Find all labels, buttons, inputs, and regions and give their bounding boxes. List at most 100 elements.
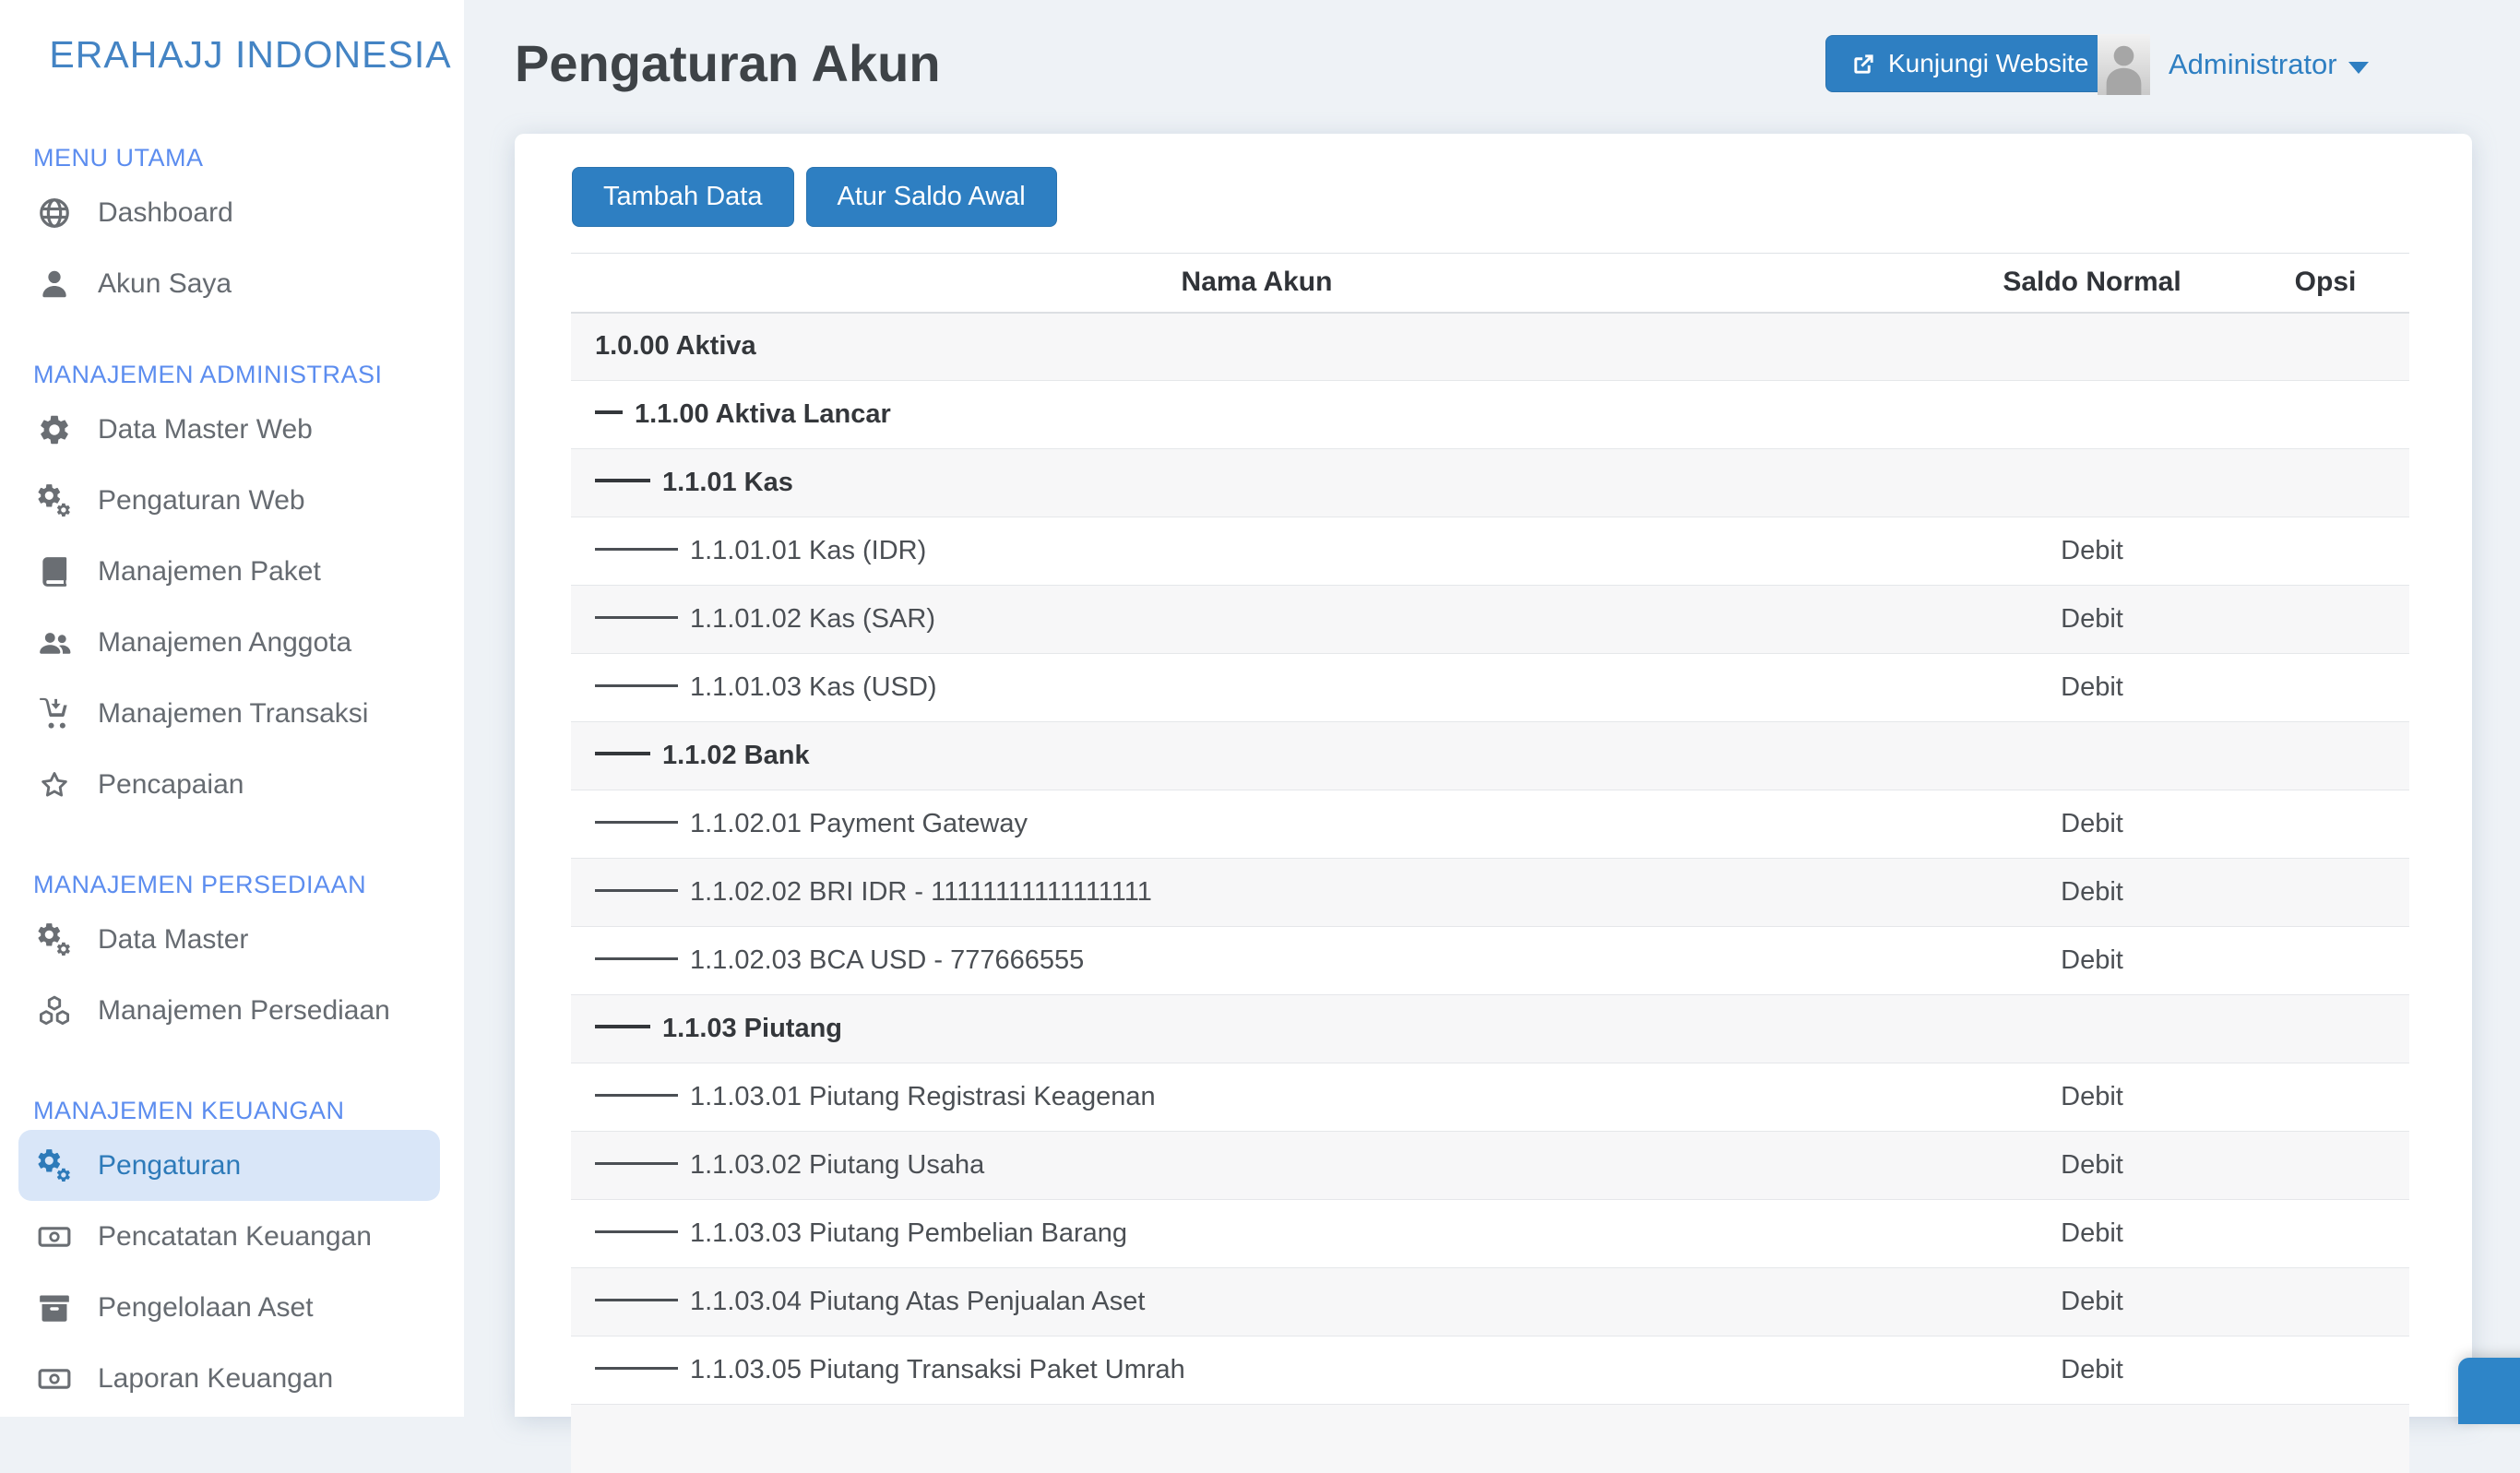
opsi-cell: [2241, 449, 2409, 517]
table-row: 1.1.03.01 Piutang Registrasi Keagenan Deb…: [571, 1063, 2409, 1132]
saldo-normal-cell: Debit: [1943, 790, 2241, 859]
account-name-cell: 1.1.03.03 Piutang Pembelian Barang: [571, 1200, 1943, 1268]
globe-icon: [33, 195, 76, 232]
sidebar-item-pencatatan-keuangan[interactable]: Pencatatan Keuangan: [18, 1201, 440, 1272]
star-icon: [33, 766, 76, 803]
user-name: Administrator: [2169, 48, 2337, 81]
sidebar-item-manajemen-anggota[interactable]: Manajemen Anggota: [18, 607, 440, 678]
sidebar-item-label: Manajemen Persediaan: [98, 995, 390, 1027]
sidebar-item-pencapaian[interactable]: Pencapaian: [18, 749, 440, 820]
sidebar-item-label: Akun Saya: [98, 268, 232, 300]
account-name-cell: 1.1.03.01 Piutang Registrasi Keagenan: [571, 1063, 1943, 1132]
account-name: 1.0.00 Aktiva: [595, 331, 756, 361]
nav-section-label: MANAJEMEN PERSEDIAAN: [18, 865, 440, 904]
saldo-normal-cell: Debit: [1943, 586, 2241, 654]
tree-depth-dash: [595, 1094, 678, 1097]
sidebar-item-pengaturan[interactable]: Pengaturan: [18, 1130, 440, 1201]
account-name-cell: 1.1.02 Bank: [571, 722, 1943, 790]
tree-depth-dash: [595, 1367, 678, 1370]
sidebar-item-data-master[interactable]: Data Master: [18, 904, 440, 975]
table-row: 1.1.03.04 Piutang Atas Penjualan Aset Deb…: [571, 1268, 2409, 1336]
saldo-normal-cell: Debit: [1943, 1063, 2241, 1132]
external-link-icon: [1851, 52, 1876, 77]
account-name-cell: 1.1.01.03 Kas (USD): [571, 654, 1943, 722]
table-row: 1.1.03.02 Piutang UsahaDebit: [571, 1132, 2409, 1200]
table-row: 1.1.03 Piutang: [571, 995, 2409, 1063]
opsi-cell: [2241, 654, 2409, 722]
table-row: 1.1.01 Kas: [571, 449, 2409, 517]
sidebar-item-label: Manajemen Anggota: [98, 627, 351, 659]
opsi-cell: [2241, 381, 2409, 449]
table-row: 1.1.03.03 Piutang Pembelian BarangDebit: [571, 1200, 2409, 1268]
sidebar-item-label: Pengaturan Web: [98, 485, 305, 517]
start-chat-button[interactable]: Mulai Chat: [2458, 1358, 2520, 1424]
saldo-normal-cell: [1943, 313, 2241, 381]
column-header-nama-akun: Nama Akun: [571, 254, 1943, 313]
table-row: 1.1.01.02 Kas (SAR)Debit: [571, 586, 2409, 654]
sidebar-item-pengaturan-web[interactable]: Pengaturan Web: [18, 465, 440, 536]
cubes-icon: [33, 992, 76, 1029]
account-name: 1.1.03.04 Piutang Atas Penjualan Aset: [690, 1287, 1145, 1316]
opsi-cell: [2241, 1063, 2409, 1132]
account-name: 1.1.01 Kas: [662, 468, 793, 497]
saldo-normal-cell: Debit: [1943, 927, 2241, 995]
set-opening-balance-button[interactable]: Atur Saldo Awal: [806, 167, 1057, 227]
opsi-cell: [2241, 1336, 2409, 1405]
sidebar-item-label: Manajemen Paket: [98, 556, 321, 588]
users-icon: [33, 624, 76, 661]
sidebar: ERAHAJJ INDONESIA MENU UTAMADashboardAku…: [0, 0, 464, 1417]
sidebar-item-laporan-keuangan[interactable]: Laporan Keuangan: [18, 1343, 440, 1414]
saldo-normal-cell: Debit: [1943, 1336, 2241, 1405]
sidebar-item-manajemen-paket[interactable]: Manajemen Paket: [18, 536, 440, 607]
account-name-cell: 1.0.00 Aktiva: [571, 313, 1943, 381]
column-header-opsi: Opsi: [2241, 254, 2409, 313]
sidebar-item-data-master-web[interactable]: Data Master Web: [18, 394, 440, 465]
user-menu[interactable]: Administrator: [2169, 37, 2369, 92]
tree-depth-dash: [595, 821, 678, 824]
visit-website-button[interactable]: Kunjungi Website: [1825, 35, 2114, 92]
sidebar-item-manajemen-persediaan[interactable]: Manajemen Persediaan: [18, 975, 440, 1046]
table-row: 1.1.01.01 Kas (IDR)Debit: [571, 517, 2409, 586]
sidebar-item-manajemen-transaksi[interactable]: Manajemen Transaksi: [18, 678, 440, 749]
account-name-cell: 1.1.03.05 Piutang Transaksi Paket Umrah: [571, 1336, 1943, 1405]
add-data-button[interactable]: Tambah Data: [572, 167, 794, 227]
account-name: 1.1.01.01 Kas (IDR): [690, 536, 926, 565]
cart-icon: [33, 695, 76, 732]
brand-logo[interactable]: ERAHAJJ INDONESIA: [0, 0, 464, 109]
account-name: 1.1.02.03 BCA USD - 777666555: [690, 945, 1084, 975]
content-card: Tambah Data Atur Saldo Awal Nama Akun Sa…: [515, 134, 2472, 1417]
table-row: 1.1.02.02 BRI IDR - 11111111111111111Deb…: [571, 859, 2409, 927]
money-icon: [33, 1218, 76, 1255]
column-header-saldo-normal: Saldo Normal: [1943, 254, 2241, 313]
gears-icon: [33, 1147, 76, 1184]
opsi-cell: [2241, 1132, 2409, 1200]
opsi-cell: [2241, 517, 2409, 586]
tree-depth-dash: [595, 616, 678, 619]
archive-icon: [33, 1289, 76, 1326]
tree-depth-dash: [595, 548, 678, 551]
sidebar-item-dashboard[interactable]: Dashboard: [18, 177, 440, 248]
book-icon: [33, 553, 76, 590]
sidebar-item-akun-saya[interactable]: Akun Saya: [18, 248, 440, 319]
table-row: 1.1.02.01 Payment GatewayDebit: [571, 790, 2409, 859]
tree-depth-dash: [595, 1299, 678, 1301]
sidebar-item-label: Pencatatan Keuangan: [98, 1221, 372, 1253]
accounts-table: Nama Akun Saldo Normal Opsi 1.0.00 Aktiv…: [571, 253, 2409, 1473]
sidebar-item-pengelolaan-aset[interactable]: Pengelolaan Aset: [18, 1272, 440, 1343]
saldo-normal-cell: Debit: [1943, 1268, 2241, 1336]
user-icon: [33, 266, 76, 303]
gear-icon: [33, 411, 76, 448]
sidebar-item-label: Laporan Keuangan: [98, 1363, 333, 1395]
saldo-normal-cell: [1943, 381, 2241, 449]
sidebar-item-label: Dashboard: [98, 197, 233, 229]
avatar[interactable]: [2098, 34, 2150, 95]
account-name-cell: 1.1.02.03 BCA USD - 777666555: [571, 927, 1943, 995]
chevron-down-icon: [2348, 62, 2369, 74]
account-name: 1.1.03.01 Piutang Registrasi Keagenan: [690, 1082, 1156, 1111]
tree-depth-dash: [595, 1025, 650, 1028]
sidebar-item-label: Data Master Web: [98, 414, 313, 445]
tree-depth-dash: [595, 889, 678, 892]
saldo-normal-cell: [1943, 722, 2241, 790]
saldo-normal-cell: [1943, 449, 2241, 517]
sidebar-nav: MENU UTAMADashboardAkun SayaMANAJEMEN AD…: [0, 109, 464, 1414]
